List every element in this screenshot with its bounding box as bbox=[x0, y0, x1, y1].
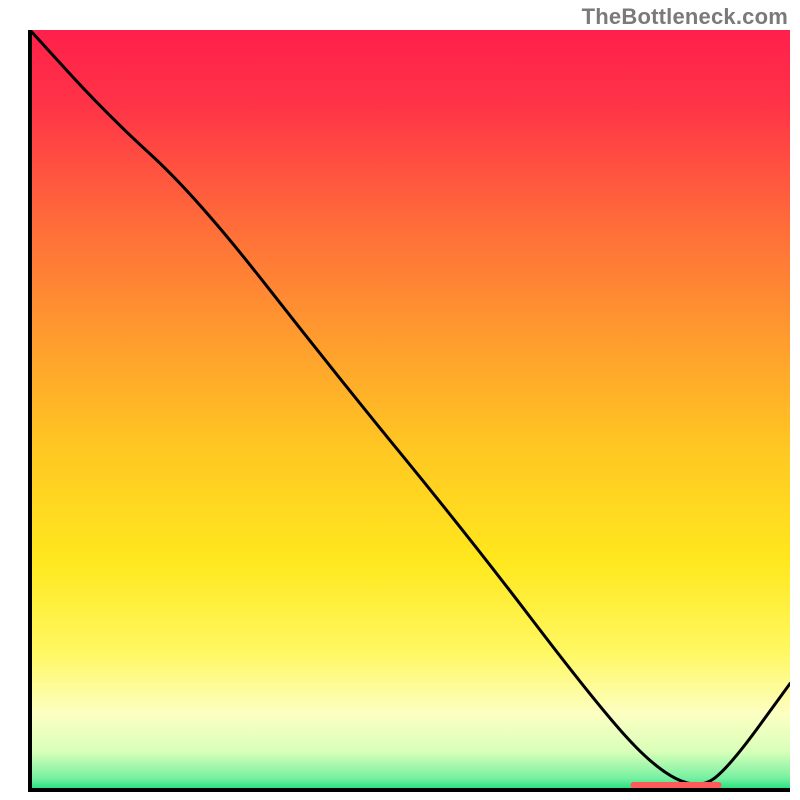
bottleneck-chart bbox=[0, 0, 800, 800]
gradient-background bbox=[30, 30, 790, 790]
watermark-label: TheBottleneck.com bbox=[582, 4, 788, 30]
marker-strip bbox=[630, 782, 721, 788]
chart-root: TheBottleneck.com bbox=[0, 0, 800, 800]
